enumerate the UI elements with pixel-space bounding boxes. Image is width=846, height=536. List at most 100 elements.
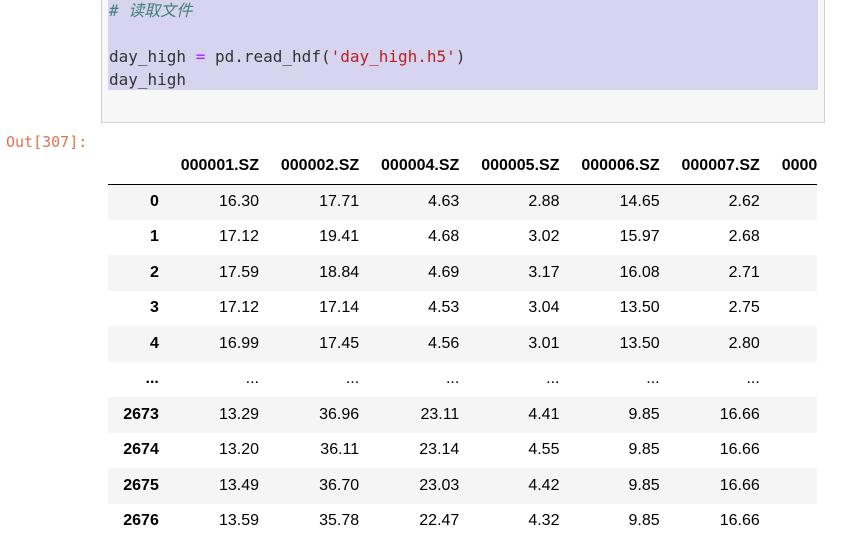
- table-row: 1 17.12 19.41 4.68 3.02 15.97 2.68 4.9: [108, 219, 817, 256]
- table-cell: 9.85: [628, 512, 660, 530]
- column-header: 000001.SZ: [166, 148, 267, 185]
- column-header: 000002.SZ: [267, 148, 368, 185]
- row-index: 2675: [123, 476, 159, 494]
- table-row: 3 17.12 17.14 4.53 3.04 13.50 2.75 4.9: [108, 290, 817, 327]
- table-cell: ...: [245, 370, 259, 388]
- table-cell: 15.97: [619, 228, 660, 246]
- table-cell: 13.20: [218, 441, 259, 459]
- table-cell: 16.66: [719, 476, 760, 494]
- table-cell: 16.66: [719, 512, 760, 530]
- table-cell: 17.45: [319, 334, 360, 352]
- row-index: 2673: [123, 405, 159, 423]
- table-cell: 23.14: [419, 441, 460, 459]
- code-var: day_high: [109, 47, 187, 66]
- table-cell: 36.96: [319, 405, 360, 423]
- table-cell: 36.11: [320, 441, 360, 459]
- table-cell: 4.42: [528, 476, 560, 494]
- code-call: pd.read_hdf(: [214, 47, 331, 66]
- table-cell: 3.01: [528, 334, 560, 352]
- table-cell: ...: [345, 370, 360, 388]
- table-cell: 4.41: [528, 405, 560, 423]
- index-header: [108, 148, 167, 185]
- table-cell: 8.1: [768, 504, 817, 536]
- table-cell: 16.66: [719, 441, 760, 459]
- row-index: 1: [149, 228, 159, 246]
- row-index: 2: [149, 263, 159, 281]
- table-cell: 23.11: [420, 405, 460, 423]
- table-cell: 4.32: [528, 512, 560, 530]
- column-header: 000005.SZ: [467, 148, 568, 185]
- table-cell: ...: [646, 370, 660, 388]
- table-cell: 16.30: [218, 193, 259, 210]
- table-row: 2675 13.49 36.70 23.03 4.42 9.85 16.66 8.1: [108, 468, 817, 504]
- table-cell: 16.99: [218, 334, 259, 352]
- table-cell: 4.68: [428, 228, 460, 246]
- table-cell: 2.68: [728, 228, 760, 246]
- table-cell: 23.03: [419, 476, 460, 494]
- table-cell: 4.55: [528, 441, 560, 459]
- column-header: 000006.SZ: [567, 148, 668, 185]
- table-cell: 3.17: [528, 263, 560, 281]
- code-comment: # 读取文件: [109, 1, 193, 20]
- table-cell: 4.9: [768, 220, 817, 256]
- table-cell: 9.85: [628, 476, 660, 494]
- table-cell: 3.04: [528, 299, 560, 317]
- table-cell: 13.29: [218, 405, 259, 423]
- table-cell: 3.02: [528, 228, 560, 246]
- table-cell: 2.75: [728, 299, 760, 317]
- table-cell: 4.56: [428, 334, 460, 352]
- table-cell: 17.14: [319, 299, 360, 317]
- table-cell: 2.88: [528, 193, 560, 210]
- table-body: 0 16.30 17.71 4.63 2.88 14.65 2.62 5.0 1 17.12 19.…: [108, 184, 817, 536]
- table-cell: 13.49: [218, 476, 259, 494]
- row-index: 4: [149, 334, 159, 352]
- table-row: 4 16.99 17.45 4.56 3.01 13.50 2.80 5.0: [108, 326, 817, 362]
- code-cell-input[interactable]: # 读取文件 day_high = pd.read_hdf('day_high.…: [101, 0, 825, 123]
- table-cell: 9.85: [628, 441, 660, 459]
- code-operator: =: [195, 47, 206, 66]
- code-call-close: ): [455, 47, 466, 66]
- table-cell: 17.12: [218, 228, 259, 246]
- table-cell: 2.62: [728, 193, 760, 210]
- table-cell: 17.59: [218, 263, 259, 281]
- table-cell: 22.47: [419, 512, 460, 530]
- table-cell: 4.53: [428, 299, 460, 317]
- column-header: 000008.SZ: [767, 148, 817, 185]
- output-area: 000001.SZ 000002.SZ 000004.SZ 000005.SZ 0000…: [108, 148, 817, 536]
- table-cell: 8.1: [768, 433, 817, 469]
- table-cell: 4.9: [768, 291, 817, 327]
- table-row: 2 17.59 18.84 4.69 3.17 16.08 2.71 5.0: [108, 255, 817, 291]
- table-cell: 5.0: [768, 326, 817, 362]
- table-row: .....................: [108, 361, 817, 398]
- dataframe-table: 000001.SZ 000002.SZ 000004.SZ 000005.SZ 0000…: [108, 148, 817, 536]
- output-prompt: Out[307]:: [6, 133, 88, 151]
- table-cell: 17.71: [319, 193, 360, 210]
- row-index: ...: [145, 370, 159, 388]
- table-cell: 16.08: [619, 263, 660, 281]
- table-cell: 13.59: [218, 512, 259, 530]
- table-cell: 18.84: [319, 263, 360, 281]
- table-cell: 4.63: [428, 193, 460, 210]
- table-row: 0 16.30 17.71 4.63 2.88 14.65 2.62 5.0: [108, 184, 817, 220]
- row-index: 0: [149, 193, 159, 210]
- table-cell: 2.71: [728, 263, 760, 281]
- table-cell: ...: [746, 370, 760, 388]
- table-cell: 8.1: [768, 397, 817, 433]
- table-row: 2676 13.59 35.78 22.47 4.32 9.85 16.66 8.1: [108, 503, 817, 536]
- row-index: 2676: [123, 512, 159, 530]
- table-cell: 35.78: [319, 512, 360, 530]
- table-cell: 36.70: [319, 476, 360, 494]
- code-assign-line: day_high = pd.read_hdf('day_high.h5'): [109, 47, 465, 67]
- table-row: 2673 13.29 36.96 23.11 4.41 9.85 16.66 8.1: [108, 397, 817, 433]
- table-cell: 19.41: [319, 228, 360, 246]
- code-editor[interactable]: # 读取文件 day_high = pd.read_hdf('day_high.…: [108, 0, 818, 90]
- table-header-row: 000001.SZ 000002.SZ 000004.SZ 000005.SZ 0000…: [108, 148, 817, 185]
- table-cell: 5.0: [768, 255, 817, 291]
- row-index: 2674: [123, 441, 159, 459]
- table-cell: 14.65: [619, 193, 660, 210]
- table-cell: ...: [546, 370, 560, 388]
- column-header: 000004.SZ: [367, 148, 468, 185]
- table-cell: 13.50: [619, 299, 660, 317]
- table-cell: [768, 362, 817, 398]
- table-cell: 2.80: [728, 334, 760, 352]
